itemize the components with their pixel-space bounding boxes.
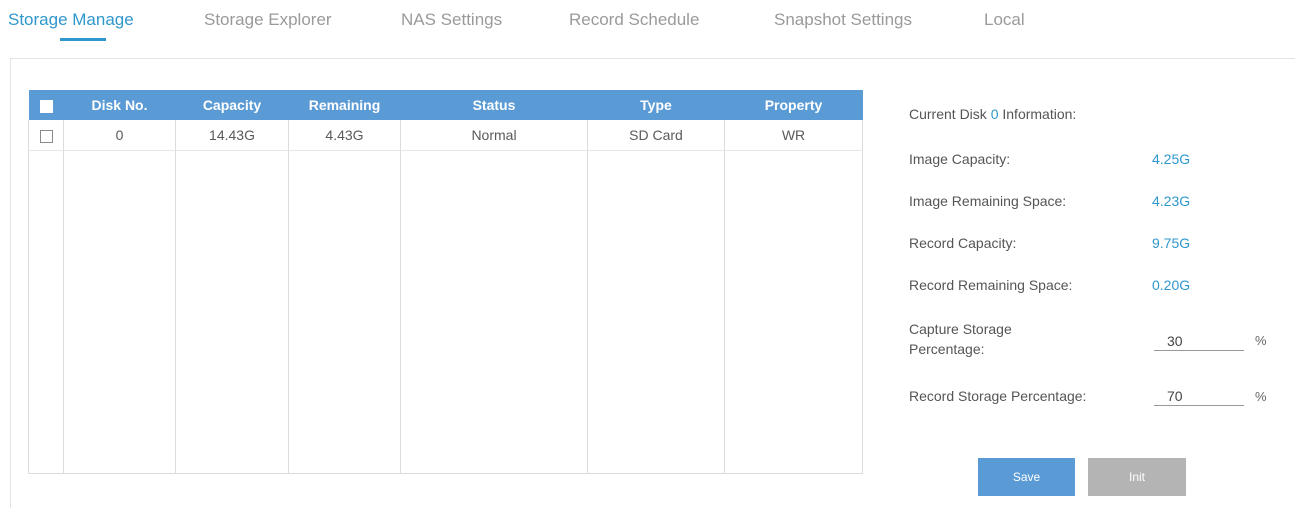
record-storage-percentage-label: Record Storage Percentage: xyxy=(909,388,1087,404)
row-checkbox[interactable] xyxy=(39,129,53,143)
cell-disk-no: 0 xyxy=(63,120,176,151)
tab-storage-manage[interactable]: Storage Manage xyxy=(8,10,134,30)
image-capacity-label: Image Capacity: xyxy=(909,151,1011,167)
cell-type: SD Card xyxy=(587,120,725,151)
record-capacity-label: Record Capacity: xyxy=(909,235,1017,251)
column-header-property[interactable]: Property xyxy=(724,90,863,120)
save-button[interactable]: Save xyxy=(978,458,1075,496)
tab-nas-settings[interactable]: NAS Settings xyxy=(401,10,502,30)
disk-info-heading: Current Disk 0 Information: xyxy=(909,106,1077,122)
init-button[interactable]: Init xyxy=(1088,458,1186,496)
capture-storage-percentage-input[interactable] xyxy=(1154,331,1244,351)
table-row[interactable]: 0 14.43G 4.43G Normal SD Card WR xyxy=(28,120,863,151)
cell-status: Normal xyxy=(400,120,588,151)
column-header-type[interactable]: Type xyxy=(587,90,725,120)
cell-capacity: 14.43G xyxy=(175,120,289,151)
tab-record-schedule[interactable]: Record Schedule xyxy=(569,10,699,30)
column-header-status[interactable]: Status xyxy=(400,90,588,120)
column-header-remaining[interactable]: Remaining xyxy=(288,90,401,120)
select-all-checkbox[interactable] xyxy=(39,99,53,113)
cell-remaining: 4.43G xyxy=(288,120,401,151)
record-remaining-label: Record Remaining Space: xyxy=(909,277,1073,293)
record-storage-percentage-input[interactable] xyxy=(1154,386,1244,406)
column-header-disk-no[interactable]: Disk No. xyxy=(63,90,176,120)
capture-storage-percentage-label: Capture Storage Percentage: xyxy=(909,321,1012,357)
image-remaining-label: Image Remaining Space: xyxy=(909,193,1067,209)
column-header-capacity[interactable]: Capacity xyxy=(175,90,289,120)
record-percent-sign: % xyxy=(1255,389,1267,404)
disk-info-panel: Current Disk 0 Information: Image Capaci… xyxy=(909,0,1295,508)
record-remaining-value: 0.20G xyxy=(1152,277,1191,293)
tab-storage-explorer[interactable]: Storage Explorer xyxy=(204,10,332,30)
image-remaining-value: 4.23G xyxy=(1152,193,1191,209)
image-capacity-value: 4.25G xyxy=(1152,151,1191,167)
active-tab-indicator xyxy=(60,38,106,41)
select-all-cell xyxy=(28,90,64,120)
table-header-row: Disk No. Capacity Remaining Status Type … xyxy=(28,90,863,120)
record-capacity-value: 9.75G xyxy=(1152,235,1191,251)
tab-snapshot-settings[interactable]: Snapshot Settings xyxy=(774,10,912,30)
disk-table: Disk No. Capacity Remaining Status Type … xyxy=(28,90,863,474)
capture-percent-sign: % xyxy=(1255,333,1267,348)
content-border-left xyxy=(10,58,11,508)
cell-property: WR xyxy=(724,120,863,151)
row-select-cell xyxy=(28,120,64,151)
table-empty-area xyxy=(28,150,863,474)
